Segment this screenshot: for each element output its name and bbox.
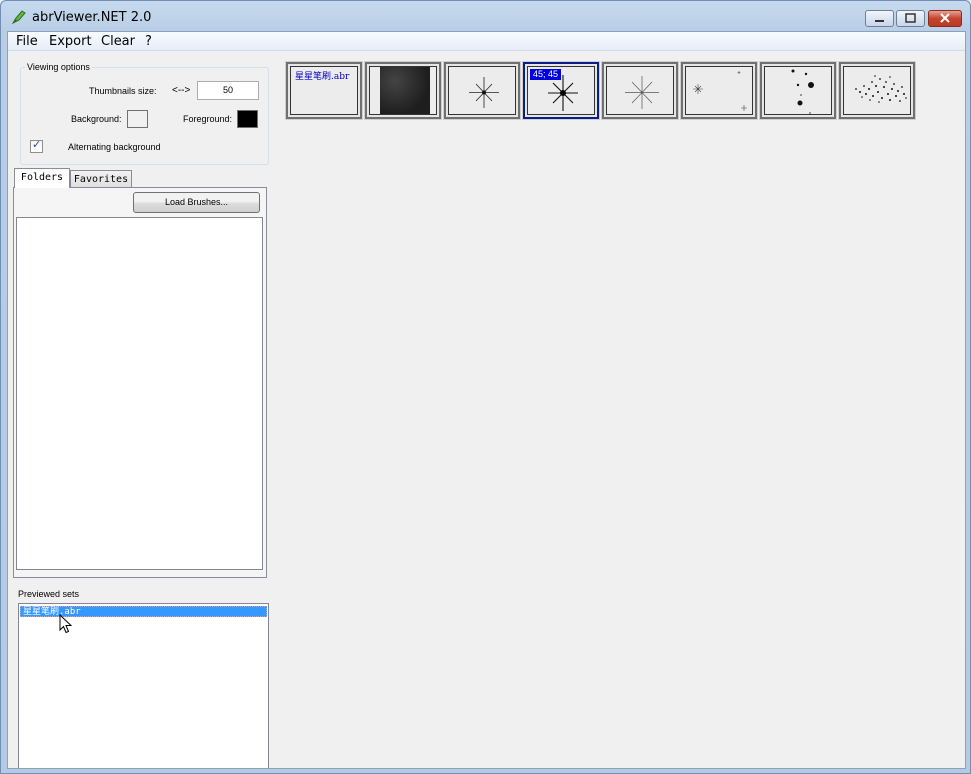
brush-size-badge: 45; 45 (530, 69, 562, 80)
app-brush-icon (11, 10, 26, 25)
dots-brush-icon (791, 69, 814, 114)
tab-folders[interactable]: Folders (14, 168, 70, 188)
thumbnails-size-input[interactable]: 50 (197, 81, 259, 100)
menu-file[interactable]: File (16, 34, 38, 49)
previewed-sets-label: Previewed sets (18, 589, 80, 599)
thumbnail-frame (369, 66, 437, 115)
minimize-icon (875, 20, 884, 22)
alternating-background-checkbox[interactable]: ✓ (30, 139, 43, 153)
thumbnail-frame (448, 66, 516, 115)
brush-thumbnail-title[interactable]: 星星笔刷.abr (285, 61, 363, 120)
viewing-options-label: Viewing options (25, 62, 92, 72)
foreground-color-swatch[interactable] (237, 110, 258, 128)
background-color-swatch[interactable] (127, 110, 148, 128)
brush-thumbnail-scatter[interactable] (838, 61, 916, 120)
size-arrow-label: <--> (172, 85, 191, 96)
close-icon (940, 13, 950, 23)
tab-favorites[interactable]: Favorites (70, 170, 132, 188)
restore-icon (905, 13, 916, 23)
brush-thumbnail-dots[interactable] (759, 61, 837, 120)
app-window: abrViewer.NET 2.0 File Export Clear ? Vi… (0, 0, 971, 774)
background-label: Background: (71, 114, 122, 124)
previewed-set-item[interactable]: 星星笔刷.abr (20, 606, 267, 617)
menu-help[interactable]: ? (145, 34, 152, 49)
brush-set-name: 星星笔刷.abr (295, 72, 350, 82)
foreground-label: Foreground: (183, 114, 233, 124)
thumbnails-size-label: Thumbnails size: (89, 86, 157, 96)
thumbnail-frame: 45; 45 (527, 66, 595, 115)
previewed-sets-list[interactable]: 星星笔刷.abr (18, 603, 269, 768)
star-brush-icon (469, 77, 499, 108)
brush-thumbnail-star-selected[interactable]: 45; 45 (522, 61, 600, 120)
texture-brush-preview (380, 67, 430, 114)
minimize-button[interactable] (865, 10, 894, 27)
soft-star-brush-icon (625, 76, 659, 109)
scatter-brush-icon (855, 75, 907, 103)
window-title: abrViewer.NET 2.0 (32, 10, 152, 25)
brush-thumbnail-texture[interactable] (364, 61, 442, 120)
thumbnail-frame (764, 66, 832, 115)
title-bar[interactable]: abrViewer.NET 2.0 (1, 1, 970, 31)
menu-clear[interactable]: Clear (101, 34, 135, 49)
mouse-cursor-icon (59, 614, 73, 634)
brush-thumbnail-star-2[interactable] (601, 61, 679, 120)
checkmark-icon: ✓ (32, 139, 42, 151)
menu-export[interactable]: Export (49, 34, 92, 49)
thumbnail-frame: 星星笔刷.abr (290, 66, 358, 115)
alternating-background-label: Alternating background (68, 142, 161, 152)
folders-tree[interactable] (16, 217, 263, 570)
brush-thumbnail-sparkles[interactable] (680, 61, 758, 120)
thumbnail-frame (843, 66, 911, 115)
close-button[interactable] (928, 10, 962, 27)
sparkles-brush-icon (693, 71, 747, 111)
maximize-button[interactable] (896, 10, 925, 27)
client-area: File Export Clear ? Viewing options Thum… (7, 31, 966, 769)
brush-thumbnail-star-1[interactable] (443, 61, 521, 120)
thumbnail-frame (606, 66, 674, 115)
menu-bar: File Export Clear ? (8, 32, 965, 51)
thumbnail-frame (685, 66, 753, 115)
load-brushes-button[interactable]: Load Brushes... (133, 192, 260, 213)
